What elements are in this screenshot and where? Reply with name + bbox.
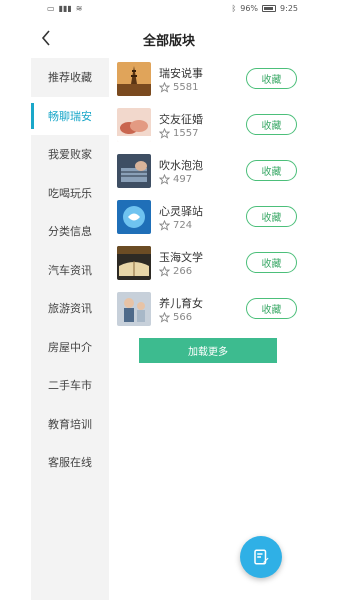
forum-row[interactable]: 玉海文学 266 收藏 bbox=[109, 242, 338, 288]
signal-icon: ▮▮▮ bbox=[58, 4, 72, 13]
sidebar-item-education[interactable]: 教育培训 bbox=[31, 405, 109, 444]
favorite-count: 266 bbox=[173, 266, 193, 277]
compose-icon bbox=[254, 549, 269, 565]
star-icon bbox=[159, 266, 170, 277]
sidebar-item-shopping[interactable]: 我爱败家 bbox=[31, 135, 109, 174]
favorite-count: 724 bbox=[173, 220, 193, 231]
forum-row[interactable]: 瑞安说事 5581 收藏 bbox=[109, 58, 338, 104]
sidebar-item-food-fun[interactable]: 吃喝玩乐 bbox=[31, 174, 109, 213]
sidebar-item-recommended[interactable]: 推荐收藏 bbox=[31, 58, 109, 97]
forum-row[interactable]: 吹水泡泡 497 收藏 bbox=[109, 150, 338, 196]
favorite-button[interactable]: 收藏 bbox=[246, 160, 297, 181]
favorite-button[interactable]: 收藏 bbox=[246, 206, 297, 227]
compose-post-button[interactable] bbox=[240, 536, 282, 578]
forum-thumbnail bbox=[117, 246, 151, 280]
page-title: 全部版块 bbox=[142, 34, 195, 49]
clock: 9:25 bbox=[280, 4, 298, 13]
sidebar-item-auto-news[interactable]: 汽车资讯 bbox=[31, 251, 109, 290]
sidebar-item-customer-service[interactable]: 客服在线 bbox=[31, 443, 109, 482]
forum-thumbnail bbox=[117, 62, 151, 96]
star-icon bbox=[159, 220, 170, 231]
star-icon bbox=[159, 174, 170, 185]
favorite-count: 497 bbox=[173, 174, 193, 185]
sim-icon: ▭ bbox=[47, 4, 55, 13]
star-icon bbox=[159, 128, 170, 139]
forum-name: 心灵驿站 bbox=[159, 205, 203, 218]
sidebar-item-used-cars[interactable]: 二手车市 bbox=[31, 366, 109, 405]
bluetooth-icon: ᛒ bbox=[231, 4, 237, 13]
nav-bar: 全部版块 bbox=[0, 18, 338, 58]
forum-row[interactable]: 交友征婚 1557 收藏 bbox=[109, 104, 338, 150]
forum-thumbnail bbox=[117, 292, 151, 326]
forum-name: 养儿育女 bbox=[159, 297, 203, 310]
sidebar-item-chat-ruian[interactable]: 畅聊瑞安 bbox=[31, 96, 109, 135]
sidebar-item-classifieds[interactable]: 分类信息 bbox=[31, 212, 109, 251]
load-more-button[interactable]: 加载更多 bbox=[139, 338, 277, 363]
favorite-button[interactable]: 收藏 bbox=[246, 298, 297, 319]
forum-thumbnail bbox=[117, 154, 151, 188]
star-icon bbox=[159, 82, 170, 93]
forum-row[interactable]: 心灵驿站 724 收藏 bbox=[109, 196, 338, 242]
wifi-icon: ≋ bbox=[75, 4, 83, 13]
star-icon bbox=[159, 312, 170, 323]
forum-thumbnail bbox=[117, 108, 151, 142]
favorite-button[interactable]: 收藏 bbox=[246, 252, 297, 273]
forum-thumbnail bbox=[117, 200, 151, 234]
battery-percent: 96% bbox=[240, 4, 259, 13]
forum-name: 交友征婚 bbox=[159, 113, 203, 126]
favorite-count: 566 bbox=[173, 312, 193, 323]
sidebar-item-travel-news[interactable]: 旅游资讯 bbox=[31, 289, 109, 328]
status-bar: ▭ ▮▮▮ ≋ ᛒ 96% 9:25 bbox=[0, 0, 338, 18]
forum-name: 玉海文学 bbox=[159, 251, 203, 264]
favorite-button[interactable]: 收藏 bbox=[246, 68, 297, 89]
battery-icon bbox=[262, 5, 277, 12]
category-sidebar: 推荐收藏 畅聊瑞安 我爱败家 吃喝玩乐 分类信息 汽车资讯 旅游资讯 房屋中介 … bbox=[31, 58, 109, 600]
status-left: ▭ ▮▮▮ ≋ bbox=[47, 4, 82, 13]
favorite-count: 5581 bbox=[173, 82, 199, 93]
forum-name: 瑞安说事 bbox=[159, 67, 203, 80]
status-right: ᛒ 96% 9:25 bbox=[231, 4, 298, 13]
forum-row[interactable]: 养儿育女 566 收藏 bbox=[109, 288, 338, 334]
favorite-count: 1557 bbox=[173, 128, 199, 139]
sidebar-item-real-estate[interactable]: 房屋中介 bbox=[31, 328, 109, 367]
forum-name: 吹水泡泡 bbox=[159, 159, 203, 172]
favorite-button[interactable]: 收藏 bbox=[246, 114, 297, 135]
